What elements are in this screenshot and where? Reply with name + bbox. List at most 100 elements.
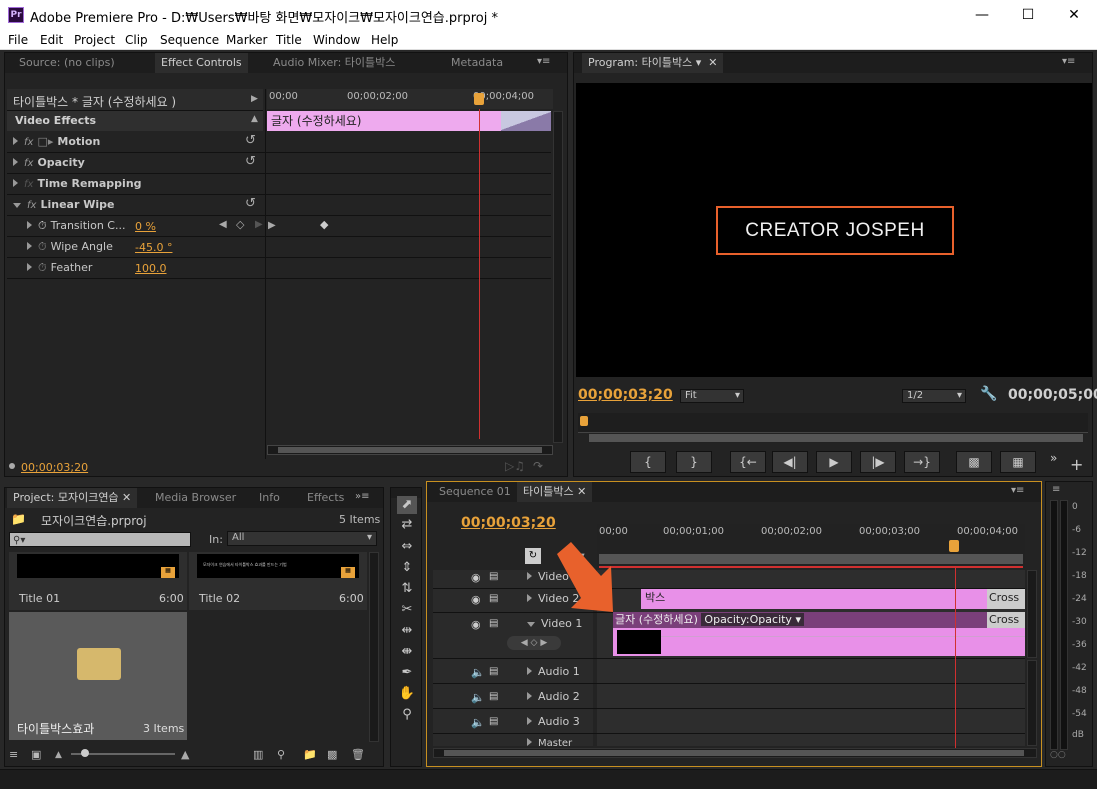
- track-audio2[interactable]: Audio 2: [527, 690, 580, 703]
- zoom-tool-icon[interactable]: ⚲: [397, 706, 417, 724]
- in-select[interactable]: All ▾: [227, 531, 377, 546]
- ec-scrollbar[interactable]: [267, 445, 553, 455]
- minimize-icon[interactable]: —: [959, 0, 1005, 30]
- reset-motion-icon[interactable]: ↺: [245, 133, 256, 148]
- timeline-timecode[interactable]: 00;00;03;20: [461, 515, 556, 531]
- expand-icon[interactable]: [27, 221, 32, 229]
- lock-icon[interactable]: ▤: [489, 691, 498, 702]
- slip-tool-icon[interactable]: ⇹: [397, 622, 417, 640]
- panel-menu-icon[interactable]: ▾≡: [537, 56, 550, 67]
- lock-icon[interactable]: ▤: [489, 571, 498, 582]
- program-current-time[interactable]: 00;00;03;20: [578, 387, 673, 403]
- keyframe-icon[interactable]: ◆: [320, 218, 328, 231]
- expand-icon[interactable]: [13, 179, 18, 187]
- lock-icon[interactable]: ▤: [489, 593, 498, 604]
- keyframe-nav[interactable]: ◀ ◇ ▶: [507, 636, 561, 650]
- lock-icon[interactable]: ▤: [489, 666, 498, 677]
- audio-scrollbar[interactable]: [1027, 660, 1037, 746]
- go-to-out-button[interactable]: →}: [904, 451, 940, 473]
- expand-icon[interactable]: [27, 263, 32, 271]
- new-item-icon[interactable]: ▩: [327, 748, 337, 761]
- add-keyframe-icon[interactable]: ◇: [236, 218, 244, 231]
- scroll-thumb[interactable]: [278, 447, 542, 453]
- rate-stretch-tool-icon[interactable]: ⇅: [397, 580, 417, 598]
- effect-time-remapping[interactable]: fx Time Remapping: [13, 174, 142, 194]
- speaker-icon[interactable]: 🔈: [471, 691, 485, 704]
- ripple-edit-tool-icon[interactable]: ⇔: [397, 538, 417, 556]
- pen-tool-icon[interactable]: ✒: [397, 664, 417, 682]
- expand-icon[interactable]: [27, 242, 32, 250]
- resolution-select[interactable]: 1/2 ▾: [902, 389, 966, 403]
- panel-menu-icon[interactable]: »≡: [355, 491, 370, 502]
- close-icon[interactable]: ✕: [1051, 0, 1097, 30]
- timeline-hscrollbar[interactable]: [433, 748, 1037, 758]
- clip-fx-menu[interactable]: Opacity:Opacity ▾: [701, 613, 804, 626]
- next-keyframe-icon[interactable]: ▶: [255, 219, 263, 230]
- step-forward-button[interactable]: |▶: [860, 451, 896, 473]
- transition-cross-v1[interactable]: Cross: [987, 612, 1025, 628]
- tab-effect-controls[interactable]: Effect Controls: [155, 53, 248, 73]
- speaker-icon[interactable]: 🔈: [471, 666, 485, 679]
- program-zoom-bar[interactable]: [588, 433, 1084, 443]
- keyframe-start-icon[interactable]: ▶: [268, 220, 276, 231]
- mark-out-button[interactable]: }: [676, 451, 712, 473]
- stopwatch-icon[interactable]: ⏱: [38, 219, 47, 232]
- fx-icon[interactable]: fx: [24, 137, 33, 148]
- more-controls-icon[interactable]: »: [1050, 451, 1057, 465]
- tab-metadata[interactable]: Metadata: [445, 53, 509, 73]
- zoom-slider[interactable]: [71, 749, 175, 757]
- playhead-handle[interactable]: [580, 416, 588, 426]
- menu-clip[interactable]: Clip: [125, 33, 148, 47]
- wipe-angle-value[interactable]: -45.0 °: [135, 241, 172, 254]
- ec-clip-bar[interactable]: 글자 (수정하세요): [267, 111, 501, 131]
- playhead-handle[interactable]: [474, 93, 484, 105]
- tab-sequence01[interactable]: Sequence 01: [433, 482, 517, 502]
- selection-tool-icon[interactable]: ⬈: [397, 496, 417, 514]
- lock-icon[interactable]: ▤: [489, 618, 498, 629]
- go-to-in-button[interactable]: {←: [730, 451, 766, 473]
- hand-tool-icon[interactable]: ✋: [397, 685, 417, 703]
- menu-edit[interactable]: Edit: [40, 33, 63, 47]
- panel-menu-icon[interactable]: ▾≡: [1062, 56, 1075, 67]
- feather-value[interactable]: 100.0: [135, 262, 167, 275]
- rolling-edit-tool-icon[interactable]: ⇕: [397, 559, 417, 577]
- transition-cross-v2[interactable]: Cross: [987, 589, 1025, 609]
- ec-vscrollbar[interactable]: [553, 111, 563, 443]
- project-item-title02[interactable]: 모자이크 연습에서 타이틀박스 효과를 만드는 기법 ▦ Title 02 6:…: [189, 552, 367, 610]
- play-audio-icon[interactable]: ▷♫: [505, 459, 525, 473]
- zoom-out-icon[interactable]: ▲: [55, 750, 62, 760]
- project-item-bin[interactable]: 타이틀박스효과 3 Items: [9, 612, 187, 740]
- eye-icon[interactable]: ◉: [471, 593, 481, 606]
- program-viewer[interactable]: CREATOR JOSPEH: [576, 83, 1092, 377]
- motion-transform-icon[interactable]: □▸: [37, 135, 53, 148]
- expand-icon[interactable]: [13, 137, 18, 145]
- icon-view-icon[interactable]: ▣: [31, 748, 41, 761]
- lift-button[interactable]: ▩: [956, 451, 992, 473]
- speaker-icon[interactable]: 🔈: [471, 716, 485, 729]
- project-item-title01[interactable]: ▦ Title 01 6:00: [9, 552, 187, 610]
- clip-text[interactable]: 글자 (수정하세요) Opacity:Opacity ▾: [613, 612, 987, 628]
- mark-in-button[interactable]: {: [630, 451, 666, 473]
- effect-opacity[interactable]: fx Opacity: [13, 153, 85, 173]
- menu-help[interactable]: Help: [371, 33, 398, 47]
- track-select-tool-icon[interactable]: ⇄: [397, 516, 417, 534]
- find-icon[interactable]: ⚲: [277, 748, 285, 761]
- panel-menu-icon[interactable]: ▾≡: [1011, 485, 1024, 496]
- ec-transition[interactable]: [501, 111, 551, 131]
- tab-info[interactable]: Info: [253, 488, 286, 508]
- tab-effects[interactable]: Effects: [301, 488, 350, 508]
- menu-marker[interactable]: Marker: [226, 33, 267, 47]
- fx-icon[interactable]: fx: [27, 200, 36, 211]
- scroll-thumb[interactable]: [444, 750, 1024, 756]
- collapse-effect-icon[interactable]: [13, 203, 21, 208]
- eye-icon[interactable]: ◉: [471, 571, 481, 584]
- transition-completion-value[interactable]: 0 %: [135, 220, 156, 233]
- solo-buttons-icon[interactable]: ○○: [1050, 750, 1066, 760]
- new-bin-icon[interactable]: 📁: [303, 748, 317, 761]
- show-timeline-icon[interactable]: ▶: [251, 94, 258, 104]
- wrench-icon[interactable]: 🔧: [980, 386, 997, 402]
- video-scrollbar[interactable]: [1027, 570, 1037, 658]
- panel-menu-icon[interactable]: ≡: [1052, 484, 1060, 495]
- tab-source[interactable]: Source: (no clips): [13, 53, 121, 73]
- program-time-ruler[interactable]: [578, 413, 1088, 433]
